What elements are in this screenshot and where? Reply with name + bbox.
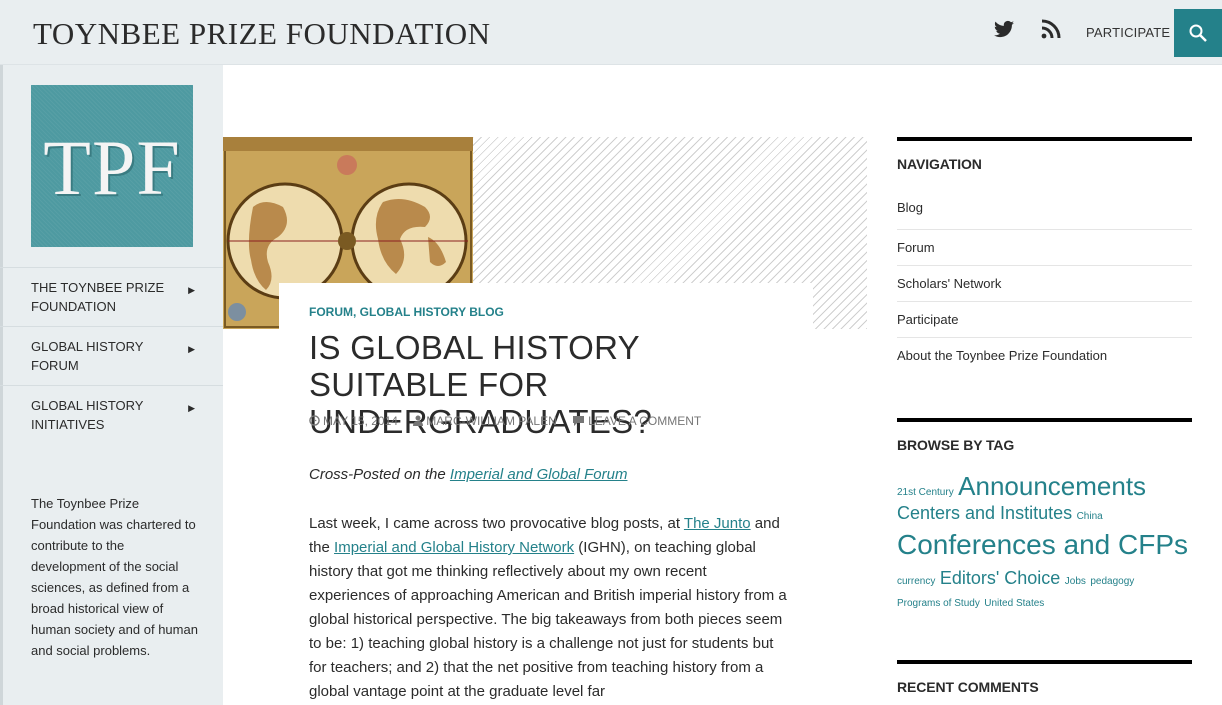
post-entry: FORUM, GLOBAL HISTORY BLOG IS GLOBAL HIS… (279, 283, 813, 705)
tag-spacer (897, 560, 1192, 568)
tag-link[interactable]: currency (897, 576, 935, 587)
navigation-list: Blog Forum Scholars' Network Participate… (897, 193, 1192, 373)
tag-link[interactable]: Editors' Choice (940, 568, 1061, 588)
body-text: (IGHN), on teaching global history that … (309, 539, 787, 700)
nav-item-blog[interactable]: Blog (897, 193, 1192, 229)
caret-right-icon: ▶ (188, 403, 195, 413)
tag-link[interactable]: China (1077, 511, 1103, 522)
site-header: TOYNBEE PRIZE FOUNDATION PARTICIPATE (0, 0, 1222, 65)
participate-link[interactable]: PARTICIPATE (1086, 25, 1170, 40)
crosspost-note: Cross-Posted on the Imperial and Global … (309, 466, 627, 483)
crosspost-prefix: Cross-Posted on the (309, 466, 450, 483)
clock-icon (309, 415, 320, 426)
widget-title: RECENT COMMENTS (897, 679, 1039, 695)
tag-link[interactable]: Programs of Study (897, 598, 980, 609)
post-meta: MAY 15, 2014 MARC-WILLIAM PALEN LEAVE A … (309, 414, 713, 428)
tag-cloud: 21st Century Announcements Centers and I… (897, 473, 1192, 614)
site-title[interactable]: TOYNBEE PRIZE FOUNDATION (33, 16, 490, 52)
left-sidebar: TPF THE TOYNBEE PRIZE FOUNDATION ▶ GLOBA… (0, 65, 223, 705)
sidebar-item-label: GLOBAL HISTORY FORUM (31, 339, 144, 373)
search-icon (1189, 24, 1207, 42)
sidebar-item-label: THE TOYNBEE PRIZE FOUNDATION (31, 280, 165, 314)
primary-navigation: THE TOYNBEE PRIZE FOUNDATION ▶ GLOBAL HI… (0, 267, 223, 444)
site-logo[interactable]: TPF (31, 85, 193, 247)
user-icon (413, 415, 424, 426)
body-text: Last week, I came across two provocative… (309, 515, 684, 532)
logo-text: TPF (43, 124, 181, 211)
tag-link[interactable]: Centers and Institutes (897, 503, 1072, 523)
widget-title: NAVIGATION (897, 156, 982, 172)
tag-link[interactable]: Conferences and CFPs (897, 529, 1188, 560)
leave-comment-label: LEAVE A COMMENT (588, 414, 702, 428)
tag-link[interactable]: 21st Century (897, 487, 954, 498)
browse-by-tag-widget: BROWSE BY TAG 21st Century Announcements… (897, 418, 1192, 614)
tag-link[interactable]: Announcements (958, 471, 1146, 501)
post-author-link[interactable]: MARC-WILLIAM PALEN (413, 414, 557, 428)
caret-right-icon: ▶ (188, 285, 195, 295)
tag-link[interactable]: Jobs (1065, 576, 1086, 587)
caret-right-icon: ▶ (188, 344, 195, 354)
the-junto-link[interactable]: The Junto (684, 515, 751, 532)
nav-item-forum[interactable]: Forum (897, 229, 1192, 265)
post-body-paragraph: Last week, I came across two provocative… (309, 512, 787, 704)
nav-item-about[interactable]: About the Toynbee Prize Foundation (897, 337, 1192, 373)
leave-comment-link[interactable]: LEAVE A COMMENT (572, 414, 701, 428)
post-author: MARC-WILLIAM PALEN (426, 414, 557, 428)
sidebar-item-label: GLOBAL HISTORY INITIATIVES (31, 398, 144, 432)
tag-link[interactable]: pedagogy (1090, 576, 1134, 587)
sidebar-item-global-history-initiatives[interactable]: GLOBAL HISTORY INITIATIVES ▶ (0, 385, 223, 444)
nav-item-participate[interactable]: Participate (897, 301, 1192, 337)
ighn-link[interactable]: Imperial and Global History Network (334, 539, 574, 556)
twitter-icon[interactable] (992, 17, 1016, 41)
comment-icon (573, 416, 585, 426)
site-description: The Toynbee Prize Foundation was charter… (31, 496, 198, 658)
search-button[interactable] (1174, 9, 1222, 57)
widget-title: BROWSE BY TAG (897, 437, 1015, 453)
navigation-widget: NAVIGATION Blog Forum Scholars' Network … (897, 137, 1192, 373)
imperial-global-forum-link[interactable]: Imperial and Global Forum (450, 466, 628, 483)
nav-item-scholars-network[interactable]: Scholars' Network (897, 265, 1192, 301)
sidebar-item-global-history-forum[interactable]: GLOBAL HISTORY FORUM ▶ (0, 326, 223, 385)
rss-icon[interactable] (1039, 17, 1063, 41)
recent-comments-widget: RECENT COMMENTS (897, 660, 1192, 695)
post-date-link[interactable]: MAY 15, 2014 (309, 414, 398, 428)
tag-link[interactable]: United States (984, 598, 1044, 609)
post-categories[interactable]: FORUM, GLOBAL HISTORY BLOG (309, 305, 504, 319)
post-date: MAY 15, 2014 (323, 414, 398, 428)
sidebar-item-toynbee-prize-foundation[interactable]: THE TOYNBEE PRIZE FOUNDATION ▶ (0, 267, 223, 326)
